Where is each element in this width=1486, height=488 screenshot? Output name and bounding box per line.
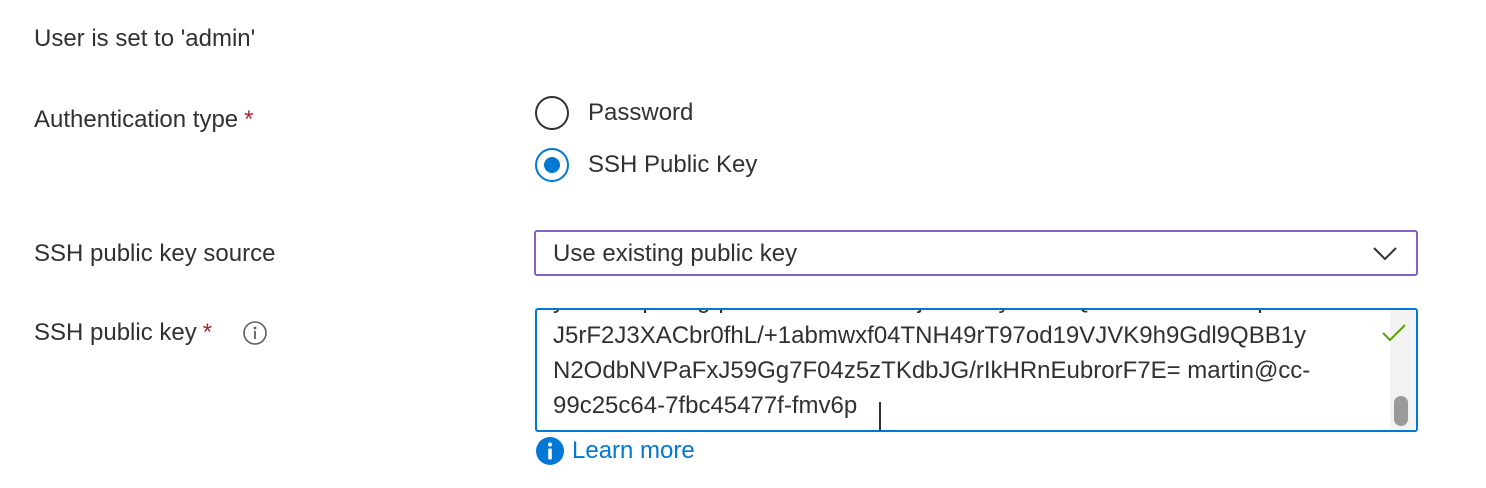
required-asterisk: * [202, 319, 213, 346]
learn-more-link[interactable]: Learn more [572, 436, 695, 466]
text-caret [879, 402, 881, 430]
radio-ssh-public-key-circle[interactable] [535, 148, 569, 182]
key-source-label: SSH public key source [34, 240, 276, 267]
radio-ssh-public-key[interactable]: SSH Public Key [535, 148, 757, 182]
info-icon[interactable] [242, 320, 268, 346]
auth-type-label: Authentication type * [34, 105, 253, 135]
public-key-textarea[interactable]: yol/HM/qcMDgq9XZVu4cNDSl5oojRYX0eyF3ZGQu… [535, 308, 1418, 432]
radio-password-circle[interactable] [535, 96, 569, 130]
public-key-text: yol/HM/qcMDgq9XZVu4cNDSl5oojRYX0eyF3ZGQu… [553, 310, 1363, 423]
key-line: N2OdbNVPaFxJ59Gg7F04z5zTKdbJG/rIkHRnEubr… [553, 357, 1311, 384]
key-line: J5rF2J3XACbr0fhL/+1abmwxf04TNH49rT97od19… [553, 322, 1307, 349]
info-filled-icon [536, 437, 564, 465]
key-source-value: Use existing public key [553, 240, 798, 267]
radio-selected-dot [544, 157, 560, 173]
public-key-label-text: SSH public key [34, 319, 197, 346]
user-note: User is set to 'admin' [34, 25, 256, 52]
textarea-scrollbar-thumb[interactable] [1394, 396, 1408, 426]
public-key-label: SSH public key * [34, 318, 212, 348]
key-source-dropdown[interactable]: Use existing public key [534, 230, 1418, 276]
key-line: 99c25c64-7fbc45477f-fmv6p [553, 392, 858, 419]
radio-ssh-public-key-label: SSH Public Key [588, 151, 758, 178]
radio-password-label: Password [588, 99, 694, 126]
required-asterisk: * [244, 106, 254, 133]
checkmark-icon [1382, 324, 1406, 342]
auth-type-label-text: Authentication type [34, 106, 239, 133]
chevron-down-icon [1373, 247, 1397, 261]
radio-password[interactable]: Password [535, 96, 693, 130]
key-line: yol/HM/qcMDgq9XZVu4cNDSl5oojRYX0eyF3ZGQu… [553, 310, 1363, 318]
